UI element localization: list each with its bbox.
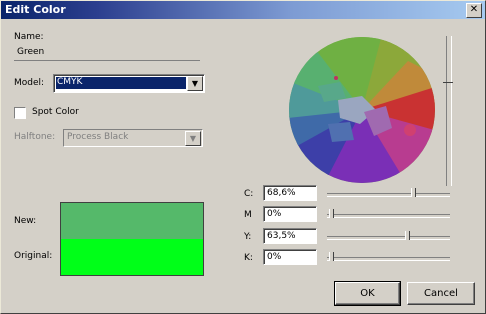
yellow-thumb[interactable]	[405, 231, 410, 240]
halftone-label: Halftone:	[14, 132, 56, 142]
luminance-thumb[interactable]	[443, 78, 453, 83]
cyan-thumb[interactable]	[411, 188, 416, 197]
name-label: Name:	[14, 32, 44, 42]
ok-button[interactable]: OK	[334, 281, 401, 306]
dialog-title: Edit Color	[5, 3, 66, 16]
black-slider[interactable]	[327, 252, 450, 261]
color-preview	[60, 202, 204, 276]
magenta-label: M	[244, 210, 252, 220]
magenta-field[interactable]: 0%	[263, 206, 317, 222]
magenta-value: 0%	[267, 209, 282, 219]
cyan-value: 68,6%	[267, 188, 296, 198]
model-value: CMYK	[57, 77, 83, 87]
color-wheel[interactable]	[288, 36, 436, 184]
spot-color-checkbox[interactable]	[14, 107, 26, 119]
original-color-swatch	[61, 239, 203, 275]
magenta-slider[interactable]	[327, 209, 450, 218]
new-label: New:	[14, 216, 37, 226]
yellow-slider[interactable]	[327, 231, 450, 240]
name-field[interactable]: Green	[14, 45, 200, 61]
cyan-label: C:	[244, 189, 254, 199]
close-button[interactable]: ✕	[466, 3, 482, 18]
spot-color-label: Spot Color	[32, 107, 79, 117]
yellow-value: 63,5%	[267, 231, 296, 241]
black-value: 0%	[267, 252, 282, 262]
cancel-button[interactable]: Cancel	[407, 282, 475, 305]
original-label: Original:	[14, 251, 53, 261]
close-icon: ✕	[469, 4, 479, 15]
luminance-slider[interactable]	[443, 36, 453, 186]
halftone-value: Process Black	[67, 132, 129, 142]
new-color-swatch	[61, 203, 203, 239]
magenta-thumb[interactable]	[329, 209, 334, 218]
title-bar[interactable]: Edit Color ✕	[1, 1, 485, 19]
cyan-field[interactable]: 68,6%	[263, 185, 317, 201]
model-label: Model:	[14, 78, 45, 88]
model-select[interactable]: CMYK ▼	[53, 74, 205, 93]
halftone-select: Process Black ▼	[63, 129, 203, 147]
cyan-slider[interactable]	[327, 188, 450, 197]
edit-color-dialog: Edit Color ✕ Name: Green Model: CMYK ▼ S…	[0, 0, 486, 314]
yellow-label: Y:	[244, 232, 252, 242]
black-label: K:	[244, 253, 253, 263]
name-value: Green	[17, 47, 45, 57]
chevron-down-icon[interactable]: ▼	[187, 76, 203, 91]
black-thumb[interactable]	[329, 252, 334, 261]
black-field[interactable]: 0%	[263, 249, 317, 265]
chevron-down-icon: ▼	[185, 131, 201, 146]
yellow-field[interactable]: 63,5%	[263, 228, 317, 244]
